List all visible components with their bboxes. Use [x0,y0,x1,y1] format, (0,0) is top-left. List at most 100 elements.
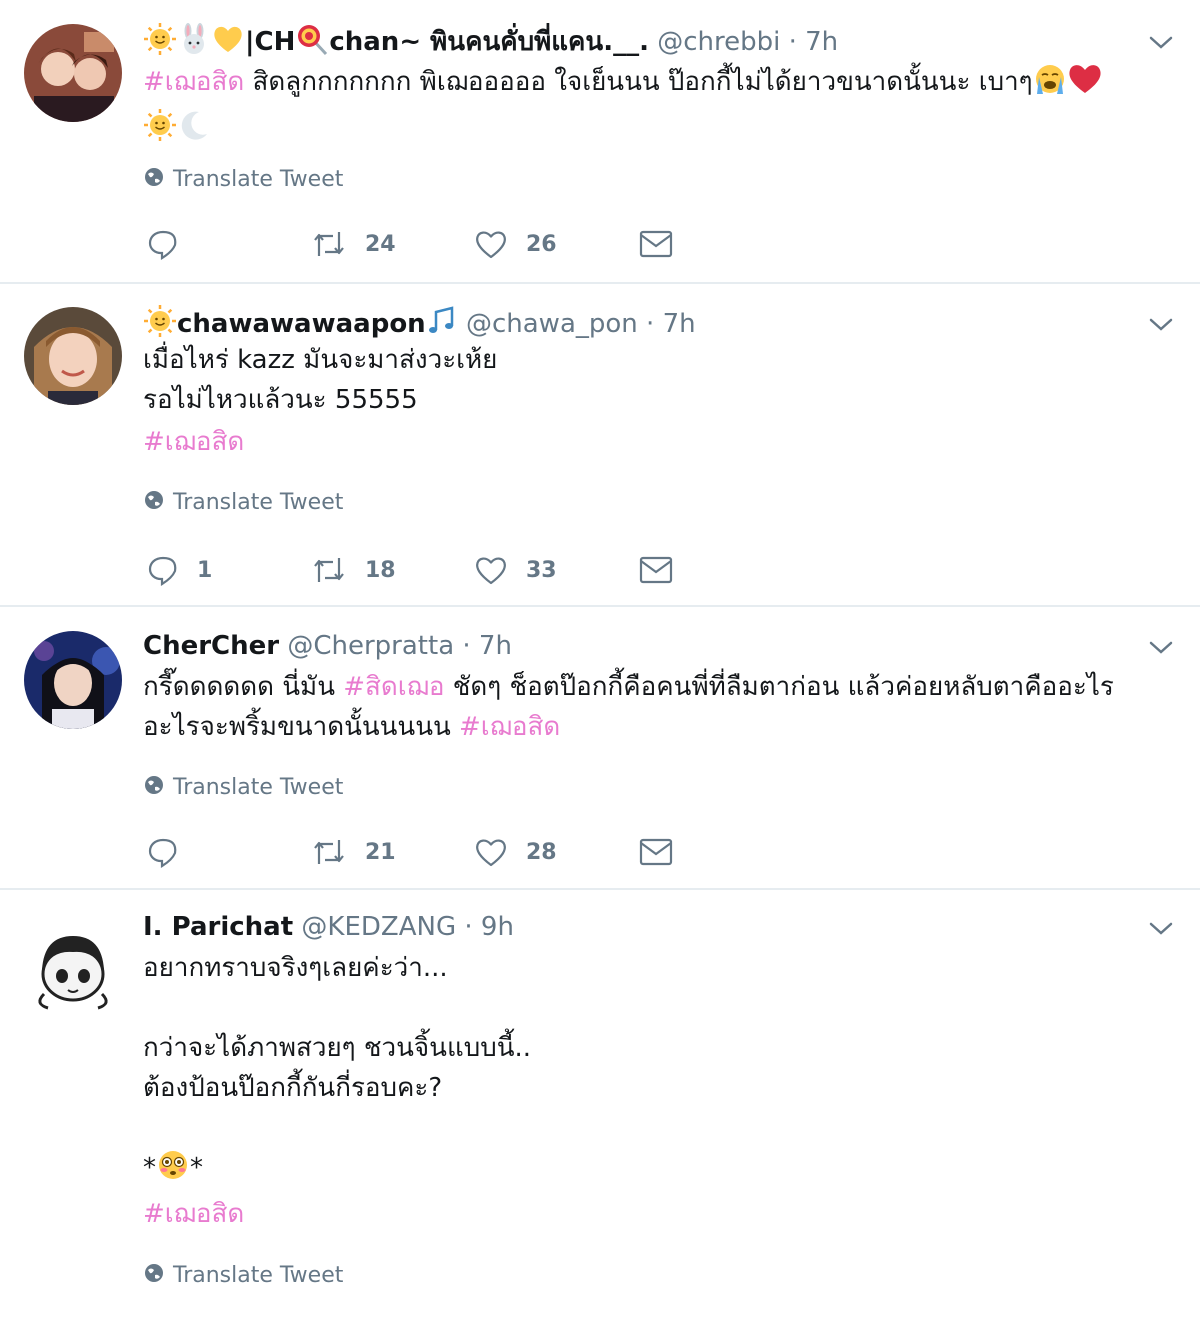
tweet-text-line: อะไรจะพริ้มขนาดนั้นนนนน #เฌอสิด [143,707,1183,747]
tweet-2[interactable]: chawawawaapon @chawa_pon · 7h เมื่อไหร่ … [0,284,1200,606]
avatar[interactable] [24,24,122,122]
flushed-face-emoji [156,1148,190,1194]
yellow-heart-emoji [211,22,245,65]
like-button[interactable]: 28 [474,832,557,872]
tweet-actions: 21 28 [143,832,703,872]
sun-emoji [143,22,177,65]
tweet-text-segment: อะไรจะพริ้มขนาดนั้นนนนน [143,712,459,742]
translate-tweet-link[interactable]: Translate Tweet [143,774,343,802]
translate-tweet-link[interactable]: Translate Tweet [143,489,343,517]
envelope-icon [639,229,673,259]
lollipop-emoji [295,22,329,65]
direct-message-button[interactable] [639,832,673,872]
tweet-text-segment: ชัดๆ ช็อตป๊อกกี้คือคนพี่ที่ลืมตาก่อน แล้… [444,672,1114,702]
hashtag-link[interactable]: #เฌอสิด [143,422,1183,462]
translate-label: Translate Tweet [173,1263,344,1288]
tweet-text: เมื่อไหร่ kazz มันจะมาส่งวะเห้ย รอไม่ไหวแ… [143,340,1183,462]
reply-icon [147,836,179,868]
tweet-actions: 1 18 33 [143,550,703,590]
globe-icon [143,166,165,194]
reply-count: 1 [197,557,213,583]
like-button[interactable]: 26 [474,224,557,264]
tweet-3[interactable]: CherCher @Cherpratta · 7h กรี๊ดดดดดด นี่… [0,607,1200,889]
display-name-part-a: |CH [245,27,296,57]
hashtag-link[interactable]: #สิดเฌอ [343,672,444,702]
hashtag-link[interactable]: #เฌอสิด [143,67,244,97]
reply-button[interactable] [147,832,179,872]
user-handle[interactable]: @KEDZANG [301,912,456,942]
tweet-actions: 24 26 [143,224,703,264]
retweet-button[interactable]: 18 [311,550,396,590]
timestamp[interactable]: 7h [663,309,696,339]
avatar[interactable] [24,920,122,1018]
tweet-4[interactable]: I. Parichat @KEDZANG · 9h อยากทราบจริงๆเ… [0,890,1200,1320]
tweet-text-line: กรี๊ดดดดดด นี่มัน #สิดเฌอ ชัดๆ ช็อตป๊อกก… [143,667,1183,707]
chevron-down-icon[interactable] [1148,920,1174,938]
retweet-button[interactable]: 21 [311,832,396,872]
envelope-icon [639,555,673,585]
timestamp[interactable]: 7h [479,631,512,661]
tweet-header: |CH chan~ พินคนคั่บพี่แคน.__. @chrebbi · … [143,22,838,65]
red-heart-emoji [1067,62,1103,108]
crying-face-emoji [1033,62,1067,108]
translate-label: Translate Tweet [173,775,344,800]
display-name[interactable]: I. Parichat [143,912,293,942]
translate-tweet-link[interactable]: Translate Tweet [143,166,343,194]
retweet-count: 24 [365,231,396,257]
heart-icon [474,228,508,260]
chevron-down-icon[interactable] [1148,34,1174,52]
separator-dot: · [637,309,663,339]
reply-icon [147,228,179,260]
tweet-text: อยากทราบจริงๆเลยค่ะว่า... กว่าจะได้ภาพสวย… [143,948,1183,1234]
timestamp[interactable]: 7h [805,27,838,57]
tweet-text-line: อยากทราบจริงๆเลยค่ะว่า... [143,953,448,983]
tweet-1[interactable]: |CH chan~ พินคนคั่บพี่แคน.__. @chrebbi · … [0,0,1200,283]
separator-dot: · [454,631,479,661]
retweet-count: 21 [365,839,396,865]
direct-message-button[interactable] [639,224,673,264]
user-handle[interactable]: @Cherpratta [287,631,454,661]
tweet-header: I. Parichat @KEDZANG · 9h [143,910,514,944]
retweet-icon [311,836,347,868]
like-button[interactable]: 33 [474,550,557,590]
sun-emoji [143,108,177,154]
tweet-text-line: กว่าจะได้ภาพสวยๆ ชวนจิ้นแบบนี้.. [143,1033,532,1063]
retweet-button[interactable]: 24 [311,224,396,264]
user-handle[interactable]: @chrebbi [657,27,780,57]
rabbit-emoji [177,22,211,65]
user-handle[interactable]: @chawa_pon [466,309,638,339]
display-name[interactable]: CherCher [143,631,279,661]
avatar[interactable] [24,631,122,729]
chevron-down-icon[interactable] [1148,316,1174,334]
heart-icon [474,554,508,586]
retweet-icon [311,228,347,260]
translate-tweet-link[interactable]: Translate Tweet [143,1262,343,1290]
display-name[interactable]: chawawawaapon [177,309,426,339]
globe-icon [143,1262,165,1290]
display-name[interactable]: |CH chan~ พินคนคั่บพี่แคน.__. [245,25,649,57]
tweet-text-line: * * [143,1148,1183,1194]
tweet-text-line: รอไม่ไหวแล้วนะ 55555 [143,385,418,415]
tweet-text-line: สิดลูกกกกกกก พิเฌอออออ ใจเย็นนน ป๊อกกี้ไ… [244,67,1033,97]
moon-emoji [177,108,211,154]
separator-dot: · [456,912,481,942]
reply-button[interactable]: 1 [147,550,212,590]
timestamp[interactable]: 9h [481,912,514,942]
tweet-text-line: ต้องป้อนป๊อกกี้กันกี่รอบคะ? [143,1073,443,1103]
direct-message-button[interactable] [639,550,673,590]
envelope-icon [639,837,673,867]
heart-icon [474,836,508,868]
avatar[interactable] [24,307,122,405]
translate-label: Translate Tweet [173,167,344,192]
reply-button[interactable] [147,224,179,264]
globe-icon [143,489,165,517]
chevron-down-icon[interactable] [1148,639,1174,657]
hashtag-link[interactable]: #เฌอสิด [459,712,560,742]
tweet-text: กรี๊ดดดดดด นี่มัน #สิดเฌอ ชัดๆ ช็อตป๊อกก… [143,667,1183,747]
decoration-text: * [143,1153,156,1183]
retweet-count: 18 [365,557,396,583]
translate-label: Translate Tweet [173,490,344,515]
display-name-part-b: chan~ พินคนคั่บพี่แคน.__. [329,27,649,57]
hashtag-link[interactable]: #เฌอสิด [143,1194,1183,1234]
